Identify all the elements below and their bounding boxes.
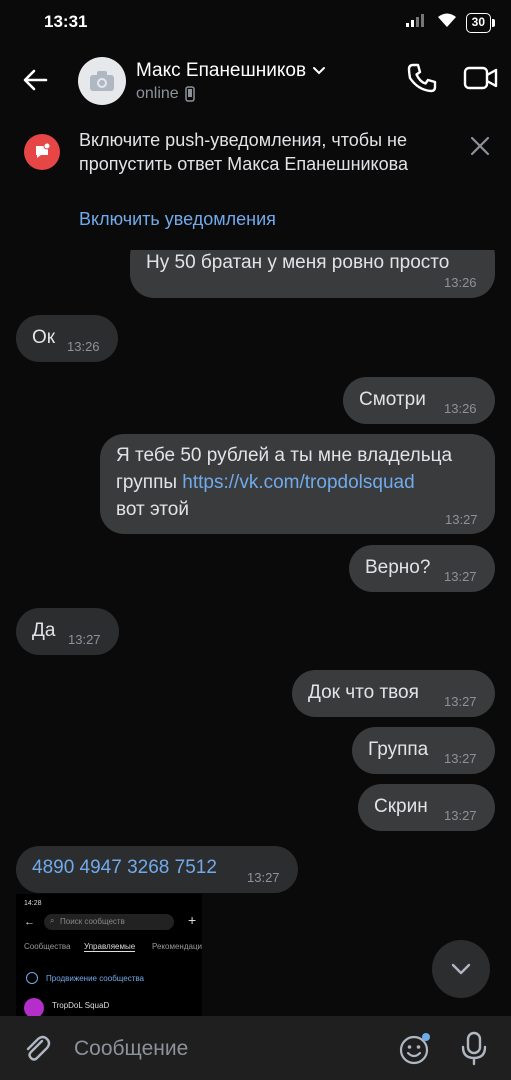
preview-back-arrow-icon: ←	[24, 916, 35, 928]
close-icon[interactable]	[466, 132, 494, 160]
mobile-phone-icon	[184, 86, 195, 102]
chevron-down-icon	[451, 963, 471, 975]
message-text: Я тебе 50 рублей а ты мне владельца	[116, 445, 453, 466]
message-time: 13:26	[444, 275, 477, 290]
message-input[interactable]	[74, 1035, 374, 1063]
message-bubble-out[interactable]: Ну 50 братан у меня ровно просто 13:26	[130, 250, 495, 298]
message-time: 13:27	[444, 751, 477, 766]
enable-notifications-link[interactable]: Включить уведомления	[79, 209, 276, 230]
contact-name-label: Макс Епанешников	[136, 60, 307, 81]
message-bubble-out[interactable]: Смотри 13:26	[343, 377, 495, 424]
message-history[interactable]: Ну 50 братан у меня ровно просто 13:26 О…	[0, 250, 511, 1016]
wifi-icon	[436, 12, 458, 33]
screenshot-attachment[interactable]: 14:28 ← ⌕ Поиск сообществ + Сообщества У…	[16, 894, 202, 1016]
signal-icon	[405, 13, 428, 32]
contact-status-label: online	[136, 85, 179, 102]
message-link[interactable]: https://vk.com/tropdolsquad	[182, 472, 414, 493]
message-bubble-in[interactable]: 4890 4947 3268 7512 13:27	[16, 846, 298, 893]
camera-icon	[90, 71, 114, 91]
message-bubble-out[interactable]: Я тебе 50 рублей а ты мне владельца груп…	[100, 434, 495, 534]
status-bar: 13:31 30	[0, 0, 511, 44]
microphone-icon[interactable]	[458, 1030, 490, 1066]
preview-time: 14:28	[24, 900, 42, 907]
message-text: Верно?	[365, 557, 431, 578]
contact-name[interactable]: Макс Епанешников	[136, 60, 326, 82]
message-text: Скрин	[374, 796, 428, 817]
battery-icon: 30	[465, 12, 496, 33]
message-time: 13:27	[444, 808, 477, 823]
message-time: 13:26	[67, 339, 100, 354]
avatar[interactable]	[78, 57, 126, 105]
chevron-down-icon	[313, 67, 326, 75]
message-time: 13:27	[445, 512, 478, 527]
preview-search-placeholder: Поиск сообществ	[60, 917, 125, 926]
chat-header: Макс Епанешников online	[0, 44, 511, 116]
message-text: Ну 50 братан у меня ровно просто	[146, 252, 450, 273]
message-bubble-out[interactable]: Верно? 13:27	[349, 545, 495, 592]
message-bubble-in[interactable]: Да 13:27	[16, 608, 119, 655]
preview-group-name: TropDoL SquaD	[52, 1001, 110, 1010]
message-time: 13:27	[68, 632, 101, 647]
message-bubble-out[interactable]: Док что твоя 13:27	[292, 670, 495, 717]
message-time: 13:26	[444, 401, 477, 416]
push-banner-text: Включите push-уведомления, чтобы не проп…	[79, 130, 409, 174]
message-time: 13:27	[247, 870, 280, 885]
preview-search-field: ⌕ Поиск сообществ	[44, 914, 174, 930]
preview-tab: Сообщества	[24, 942, 71, 951]
preview-plus-icon: +	[188, 912, 197, 928]
message-text: Смотри	[359, 389, 426, 410]
message-text: Да	[32, 620, 56, 641]
preview-promo-label: Продвижение сообщества	[46, 974, 145, 983]
status-time: 13:31	[44, 12, 88, 31]
preview-promo-icon	[26, 972, 38, 984]
paperclip-icon[interactable]	[20, 1032, 54, 1066]
message-text: группы	[116, 472, 183, 493]
message-text: вот этой	[116, 499, 189, 520]
message-composer	[0, 1016, 511, 1080]
phone-call-icon[interactable]	[404, 60, 440, 96]
status-icons: 30	[405, 12, 496, 33]
message-text-line: группы https://vk.com/tropdolsquad	[116, 472, 415, 494]
back-arrow-icon[interactable]	[18, 62, 54, 98]
preview-tab: Рекомендации	[152, 942, 202, 951]
message-bubble-out[interactable]: Группа 13:27	[352, 727, 495, 774]
message-bubble-in[interactable]: Ок 13:26	[16, 315, 118, 362]
preview-tab-active: Управляемые	[84, 942, 136, 952]
scroll-down-button[interactable]	[432, 940, 490, 998]
video-call-icon[interactable]	[462, 60, 500, 96]
push-notification-banner: Включите push-уведомления, чтобы не проп…	[0, 116, 511, 250]
message-text: Ок	[32, 327, 56, 348]
message-text: Группа	[368, 739, 429, 760]
phone-number-link[interactable]: 4890 4947 3268 7512	[32, 857, 217, 879]
message-time: 13:27	[444, 694, 477, 709]
message-time: 13:27	[444, 569, 477, 584]
emoji-icon[interactable]	[398, 1032, 432, 1066]
preview-search-icon: ⌕	[50, 916, 55, 925]
notification-bell-icon	[24, 134, 60, 170]
message-text: Док что твоя	[308, 682, 419, 703]
contact-status: online	[136, 85, 195, 103]
message-bubble-out[interactable]: Скрин 13:27	[358, 784, 495, 831]
preview-group-avatar	[24, 998, 44, 1016]
